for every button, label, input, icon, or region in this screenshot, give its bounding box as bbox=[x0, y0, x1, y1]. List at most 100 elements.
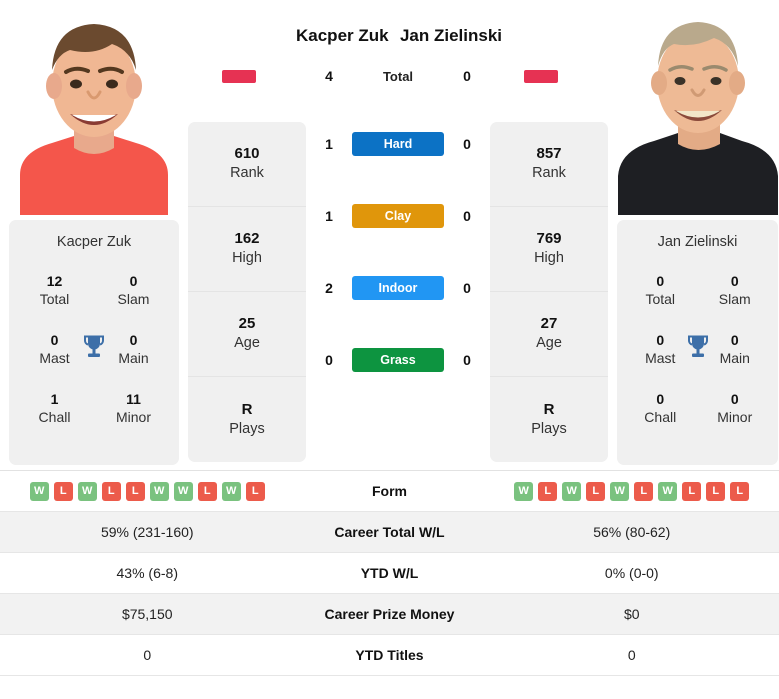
right-stat-plays-label: Plays bbox=[531, 420, 567, 437]
right-titles-total-label: Total bbox=[645, 291, 676, 308]
right-stat-rank-label: Rank bbox=[532, 165, 566, 182]
row-label-ytd-wl: YTD W/L bbox=[360, 565, 419, 581]
left-titles-minor-label: Minor bbox=[115, 409, 151, 426]
h2h-indoor-left: 2 bbox=[325, 280, 333, 296]
h2h-hard-row: 1 Hard 0 bbox=[306, 132, 490, 156]
form-badge-win: W bbox=[658, 481, 678, 501]
form-badge-win: W bbox=[610, 481, 630, 501]
left-titles-grid: 12 Total 0 Slam 0 Mast 0 Main 1 Chall 11… bbox=[9, 272, 179, 427]
form-badge-win: W bbox=[221, 481, 241, 501]
left-player-photo bbox=[0, 0, 188, 215]
right-titles-grid: 0 Total 0 Slam 0 Mast 0 Main 0 Chall 0 M… bbox=[617, 272, 778, 427]
left-stat-plays-label: Plays bbox=[229, 420, 265, 437]
left-titles-total-value: 12 bbox=[46, 273, 63, 289]
right-stat-plays-value: R bbox=[543, 400, 555, 418]
left-card-player-name: Kacper Zuk bbox=[56, 234, 132, 250]
form-badge-loss: L bbox=[197, 481, 217, 501]
table-row-ytd-wl: 43% (6-8) YTD W/L 0% (0-0) bbox=[0, 553, 779, 594]
table-row-form: WLWLLWWLWL Form WLWLWLWLLL bbox=[0, 471, 779, 512]
right-stat-high: 769 High bbox=[490, 207, 608, 292]
h2h-clay-row: 1 Clay 0 bbox=[306, 204, 490, 228]
left-titles-chall-label: Chall bbox=[38, 409, 71, 426]
right-titles-minor: 0 Minor bbox=[698, 390, 773, 427]
left-titles-slam-label: Slam bbox=[117, 291, 150, 308]
surface-badge-hard[interactable]: Hard bbox=[352, 132, 444, 156]
left-form-strip: WLWLLWWLWL bbox=[29, 481, 265, 501]
left-titles-card: Kacper Zuk 12 Total 0 Slam 0 Mast 0 Main bbox=[9, 220, 179, 465]
right-titles-total: 0 Total bbox=[623, 272, 698, 309]
form-badge-win: W bbox=[514, 481, 534, 501]
left-titles-chall: 1 Chall bbox=[15, 390, 94, 427]
form-badge-loss: L bbox=[586, 481, 606, 501]
h2h-grass-row: 0 Grass 0 bbox=[306, 348, 490, 372]
h2h-total-right: 0 bbox=[463, 68, 471, 84]
left-stat-high-label: High bbox=[232, 250, 262, 267]
left-stat-rank-value: 610 bbox=[234, 145, 260, 163]
h2h-indoor-badge-cell: Indoor bbox=[352, 276, 444, 300]
right-titles-slam-label: Slam bbox=[718, 291, 751, 308]
h2h-total-label: Total bbox=[382, 68, 414, 84]
right-stat-age-value: 27 bbox=[540, 315, 558, 333]
player-comparison-header: Kacper Zuk 12 Total 0 Slam 0 Mast 0 Main bbox=[0, 0, 779, 470]
left-stat-rank: 610 Rank bbox=[188, 122, 306, 207]
surface-badge-grass[interactable]: Grass bbox=[352, 348, 444, 372]
left-titles-chall-value: 1 bbox=[50, 391, 59, 408]
right-career-total-wl: 56% (80-62) bbox=[593, 524, 671, 540]
left-stat-rank-label: Rank bbox=[230, 165, 264, 182]
right-form-strip: WLWLWLWLLL bbox=[514, 481, 750, 501]
form-badge-loss: L bbox=[682, 481, 702, 501]
right-form-cell: WLWLWLWLLL bbox=[485, 481, 779, 501]
row-label-form: Form bbox=[372, 483, 407, 499]
left-stat-age-label: Age bbox=[234, 335, 260, 352]
right-ytd-wl: 0% (0-0) bbox=[604, 565, 659, 581]
form-badge-win: W bbox=[173, 481, 193, 501]
right-titles-slam: 0 Slam bbox=[698, 272, 773, 309]
player-names-row: Kacper Zuk Jan Zielinski bbox=[296, 26, 502, 52]
h2h-total-label-cell: Total bbox=[352, 69, 444, 84]
form-badge-loss: L bbox=[538, 481, 558, 501]
right-titles-slam-value: 0 bbox=[730, 273, 739, 289]
form-badge-loss: L bbox=[53, 481, 73, 501]
h2h-grass-badge-cell: Grass bbox=[352, 348, 444, 372]
form-badge-win: W bbox=[29, 481, 49, 501]
left-titles-minor-value: 11 bbox=[126, 391, 141, 408]
right-titles-chall: 0 Chall bbox=[623, 390, 698, 427]
right-titles-card: Jan Zielinski 0 Total 0 Slam 0 Mast 0 Ma… bbox=[617, 220, 778, 465]
trophy-icon bbox=[685, 333, 711, 366]
form-badge-win: W bbox=[77, 481, 97, 501]
left-stat-plays-value: R bbox=[241, 400, 253, 418]
h2h-clay-left: 1 bbox=[325, 208, 333, 224]
right-stats-card: 857 Rank 769 High 27 Age R Plays bbox=[490, 122, 608, 462]
table-row-career-total-wl: 59% (231-160) Career Total W/L 56% (80-6… bbox=[0, 512, 779, 553]
right-titles-chall-label: Chall bbox=[644, 409, 677, 426]
left-stats-card: 610 Rank 162 High 25 Age R Plays bbox=[188, 122, 306, 462]
h2h-hard-right: 0 bbox=[463, 136, 471, 152]
right-stat-rank: 857 Rank bbox=[490, 122, 608, 207]
right-titles-minor-value: 0 bbox=[730, 391, 739, 408]
table-row-ytd-titles: 0 YTD Titles 0 bbox=[0, 635, 779, 676]
h2h-total-row: 4 Total 0 bbox=[306, 68, 490, 84]
head-to-head-column: Kacper Zuk Jan Zielinski 4 Total 0 1 Har… bbox=[296, 0, 502, 372]
right-player-photo bbox=[608, 0, 779, 215]
right-stat-age-label: Age bbox=[536, 335, 562, 352]
h2h-indoor-row: 2 Indoor 0 bbox=[306, 276, 490, 300]
right-ytd-titles: 0 bbox=[627, 647, 636, 663]
h2h-clay-right: 0 bbox=[463, 208, 471, 224]
left-form-cell: WLWLLWWLWL bbox=[0, 481, 295, 501]
left-stat-high-value: 162 bbox=[234, 230, 260, 248]
h2h-hard-badge-cell: Hard bbox=[352, 132, 444, 156]
row-label-career-total-wl: Career Total W/L bbox=[334, 524, 445, 540]
left-titles-slam: 0 Slam bbox=[94, 272, 173, 309]
right-stat-high-label: High bbox=[534, 250, 564, 267]
table-row-career-prize-money: $75,150 Career Prize Money $0 bbox=[0, 594, 779, 635]
right-stat-high-value: 769 bbox=[536, 230, 562, 248]
h2h-total-left: 4 bbox=[325, 68, 333, 84]
surface-badge-clay[interactable]: Clay bbox=[352, 204, 444, 228]
surface-badge-indoor[interactable]: Indoor bbox=[352, 276, 444, 300]
form-badge-win: W bbox=[149, 481, 169, 501]
h2h-indoor-right: 0 bbox=[463, 280, 471, 296]
h2h-grass-right: 0 bbox=[463, 352, 471, 368]
trophy-icon bbox=[81, 333, 107, 366]
right-titles-chall-value: 0 bbox=[656, 391, 665, 408]
right-player-flag bbox=[524, 70, 558, 83]
